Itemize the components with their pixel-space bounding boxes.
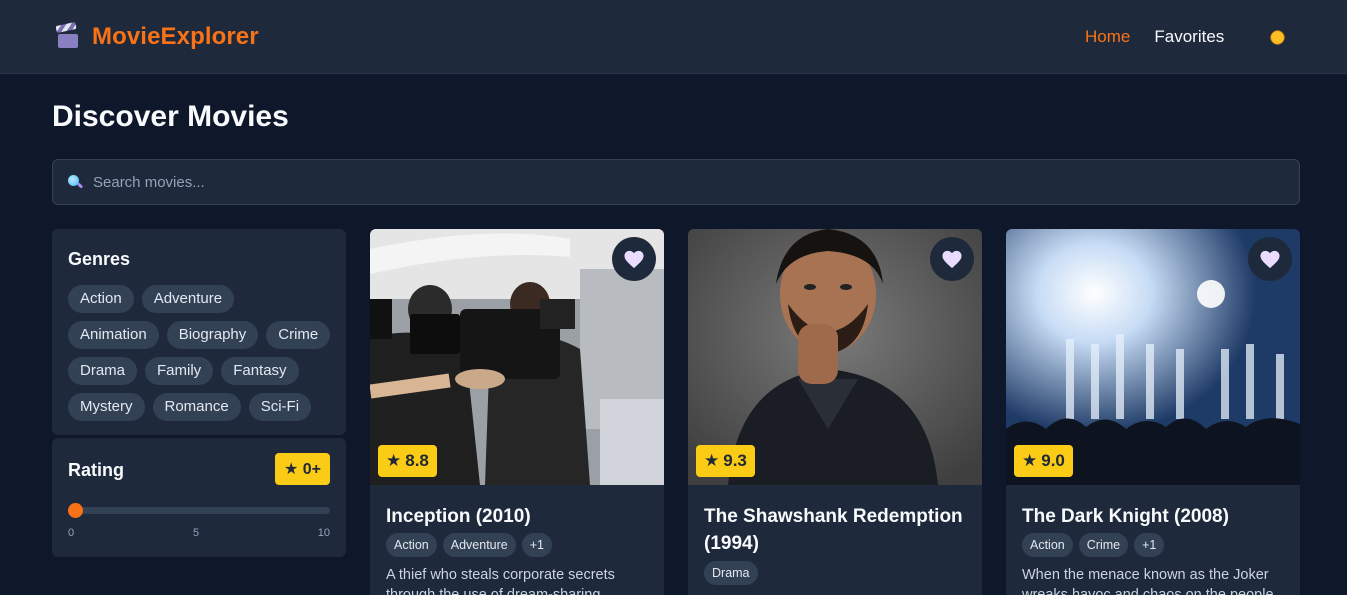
- clapperboard-icon: [55, 21, 80, 50]
- genre-chip-mystery[interactable]: Mystery: [68, 393, 145, 421]
- theme-toggle-sun-icon[interactable]: [1268, 28, 1287, 47]
- movie-tag-more: +1: [521, 533, 552, 557]
- movie-rating-value: 9.3: [723, 451, 747, 470]
- genre-chip-romance[interactable]: Romance: [152, 393, 241, 421]
- star-icon: ★: [386, 451, 402, 470]
- movie-rating-badge: ★ 8.8: [378, 445, 437, 477]
- movie-tag: Drama: [704, 561, 758, 585]
- movie-rating-value: 9.0: [1041, 451, 1065, 470]
- movie-card[interactable]: ★ 9.0 The Dark Knight (2008) Action Crim…: [1006, 229, 1300, 595]
- movie-poster[interactable]: ★ 8.8: [370, 229, 664, 485]
- movie-tag: Action: [386, 533, 437, 557]
- movie-card[interactable]: ★ 8.8 Inception (2010) Action Adventure …: [370, 229, 664, 595]
- heart-icon: [1260, 250, 1280, 269]
- rating-slider-thumb[interactable]: [68, 503, 83, 518]
- genre-chip-row: Mystery Romance Sci-Fi: [68, 393, 312, 421]
- genre-chip-action[interactable]: Action: [68, 285, 134, 313]
- genre-chip-animation[interactable]: Animation: [68, 321, 159, 349]
- movie-title[interactable]: The Dark Knight (2008): [1022, 503, 1284, 530]
- genre-chip-crime[interactable]: Crime: [266, 321, 331, 349]
- genre-chip-sci-fi[interactable]: Sci-Fi: [248, 393, 312, 421]
- genre-chip-row: Drama Family Fantasy: [68, 357, 299, 385]
- slider-mid-label: 5: [193, 527, 200, 539]
- movie-description: A thief who steals corporate secrets thr…: [386, 567, 615, 595]
- genre-chip-row: Animation Biography Crime: [68, 321, 331, 349]
- movie-tags: Action Adventure +1: [386, 533, 552, 557]
- heart-icon: [624, 250, 644, 269]
- main-nav: Home Favorites: [1085, 27, 1224, 47]
- movie-title[interactable]: Inception (2010): [386, 503, 648, 530]
- genre-chip-family[interactable]: Family: [145, 357, 214, 385]
- movie-tag-more: +1: [1134, 533, 1165, 557]
- genres-filter-panel: Genres Action Adventure Animation Biogra…: [52, 229, 346, 435]
- genres-title: Genres: [68, 249, 131, 269]
- page-title: Discover Movies: [52, 100, 289, 133]
- genre-chip-drama[interactable]: Drama: [68, 357, 138, 385]
- movie-tags: Drama: [704, 561, 758, 585]
- genre-chip-adventure[interactable]: Adventure: [141, 285, 235, 313]
- movie-tags: Action Crime +1: [1022, 533, 1165, 557]
- rating-value-badge: ★ 0+: [275, 453, 330, 485]
- search-icon: [67, 174, 84, 190]
- rating-slider-track[interactable]: [68, 507, 330, 514]
- movie-tag: Action: [1022, 533, 1073, 557]
- rating-title: Rating: [68, 460, 124, 480]
- slider-max-label: 10: [317, 527, 330, 539]
- slider-min-label: 0: [68, 527, 75, 539]
- search-input[interactable]: [93, 173, 1273, 191]
- search-bar[interactable]: [52, 159, 1300, 205]
- app-name[interactable]: MovieExplorer: [92, 23, 259, 51]
- favorite-button[interactable]: [612, 237, 656, 281]
- movie-title[interactable]: The Shawshank Redemption (1994): [704, 503, 966, 557]
- genre-chip-biography[interactable]: Biography: [166, 321, 259, 349]
- heart-icon: [942, 250, 962, 269]
- genre-chip-fantasy[interactable]: Fantasy: [221, 357, 299, 385]
- favorite-button[interactable]: [930, 237, 974, 281]
- star-icon: ★: [1022, 451, 1038, 470]
- movie-card[interactable]: ★ 9.3 The Shawshank Redemption (1994) Dr…: [688, 229, 982, 595]
- rating-filter-panel: Rating ★ 0+ 0 5 10: [52, 438, 346, 557]
- nav-favorites-link[interactable]: Favorites: [1154, 27, 1224, 47]
- star-icon: ★: [704, 451, 720, 470]
- movie-tag: Adventure: [442, 533, 516, 557]
- app-header: MovieExplorer Home Favorites: [0, 0, 1347, 74]
- nav-home-link[interactable]: Home: [1085, 27, 1130, 47]
- movie-description: When the menace known as the Joker wreak…: [1022, 567, 1274, 595]
- movie-rating-badge: ★ 9.3: [696, 445, 755, 477]
- movie-poster[interactable]: ★ 9.3: [688, 229, 982, 485]
- logo[interactable]: MovieExplorer: [55, 21, 259, 51]
- movie-poster[interactable]: ★ 9.0: [1006, 229, 1300, 485]
- movie-tag: Crime: [1078, 533, 1129, 557]
- genre-chip-row: Action Adventure: [68, 285, 235, 313]
- movie-rating-value: 8.8: [405, 451, 429, 470]
- movie-rating-badge: ★ 9.0: [1014, 445, 1073, 477]
- favorite-button[interactable]: [1248, 237, 1292, 281]
